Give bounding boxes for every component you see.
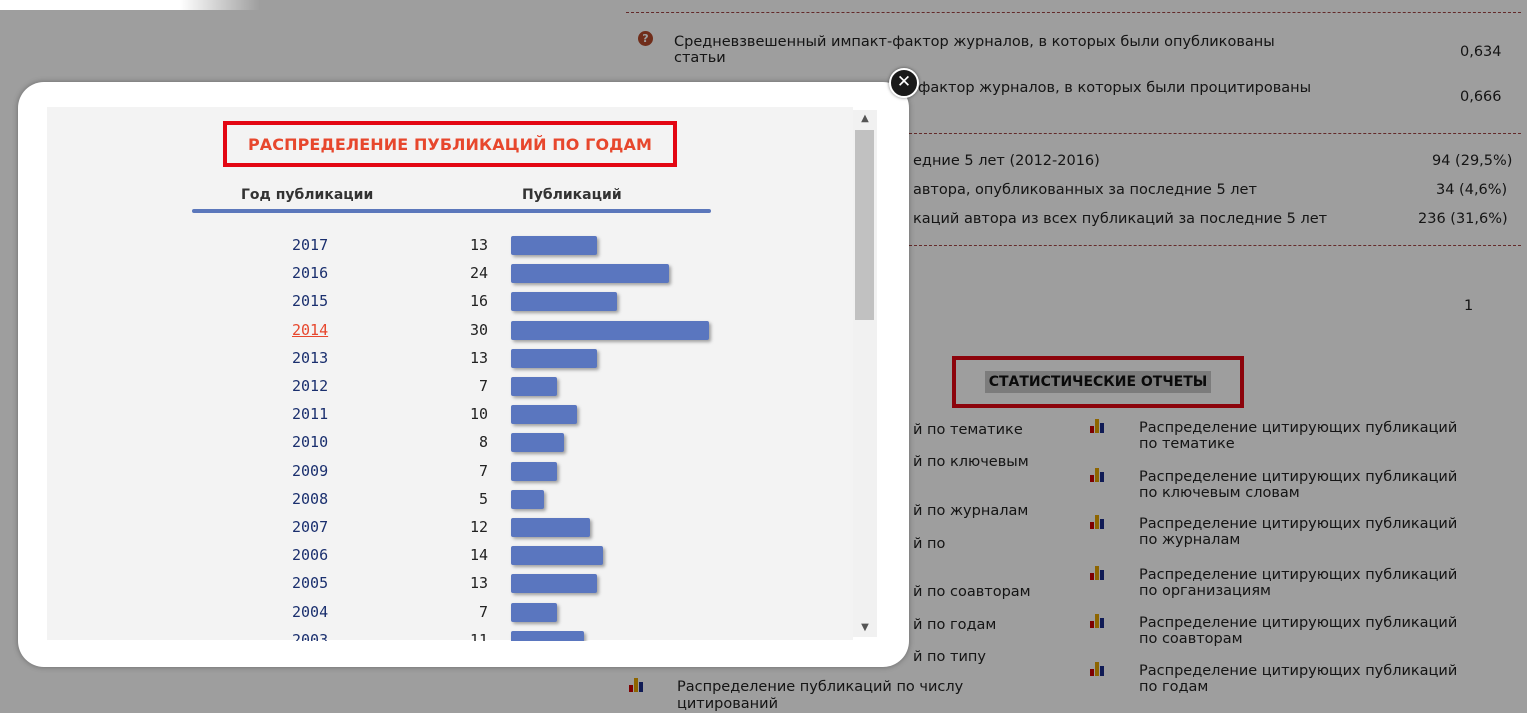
publication-count: 16 [469,292,488,310]
header-underline [192,209,711,213]
year-link[interactable]: 2010 [292,433,340,451]
year-link[interactable]: 2014 [292,321,340,339]
chart-row: 2015 16 [0,292,900,312]
bar[interactable] [511,433,564,452]
chart-title: РАСПРЕДЕЛЕНИЕ ПУБЛИКАЦИЙ ПО ГОДАМ [223,121,677,167]
close-modal-button[interactable]: ✕ [889,68,919,98]
publication-count: 14 [469,546,488,564]
chart-row: 2013 13 [0,349,900,369]
page-header-strip [0,0,260,10]
chart-row: 2007 12 [0,518,900,538]
year-link[interactable]: 2017 [292,236,340,254]
year-link[interactable]: 2008 [292,490,340,508]
year-link[interactable]: 2007 [292,518,340,536]
chart-row: 2006 14 [0,546,900,566]
year-link[interactable]: 2006 [292,546,340,564]
chart-row: 2008 5 [0,490,900,510]
chart-row: 2005 13 [0,574,900,594]
scroll-down-arrow[interactable]: ▼ [853,619,877,637]
publication-count: 8 [478,433,488,451]
bar[interactable] [511,405,577,424]
bar[interactable] [511,292,617,311]
publication-count: 10 [469,405,488,423]
bar[interactable] [511,518,590,537]
year-link[interactable]: 2016 [292,264,340,282]
bar[interactable] [511,546,603,565]
year-link[interactable]: 2015 [292,292,340,310]
bar[interactable] [511,462,557,481]
year-link[interactable]: 2009 [292,462,340,480]
year-link[interactable]: 2013 [292,349,340,367]
chart-row: 2016 24 [0,264,900,284]
bar[interactable] [511,377,557,396]
year-link[interactable]: 2011 [292,405,340,423]
publication-count: 7 [478,603,488,621]
bar[interactable] [511,631,584,641]
chart-row: 2010 8 [0,433,900,453]
chart-row: 2014 30 [0,321,900,341]
chart-row: 2011 10 [0,405,900,425]
year-link[interactable]: 2003 [292,631,340,641]
chart-row: 2012 7 [0,377,900,397]
scroll-up-arrow[interactable]: ▲ [853,110,877,128]
year-link[interactable]: 2012 [292,377,340,395]
scroll-thumb[interactable] [855,130,874,320]
publication-count: 7 [478,462,488,480]
bar[interactable] [511,236,597,255]
bar[interactable] [511,490,544,509]
publication-count: 24 [469,264,488,282]
bar[interactable] [511,264,669,283]
publication-count: 5 [478,490,488,508]
publication-count: 13 [469,574,488,592]
publication-count: 30 [469,321,488,339]
bar[interactable] [511,349,597,368]
chart-row: 2004 7 [0,603,900,623]
year-link[interactable]: 2005 [292,574,340,592]
publication-count: 13 [469,236,488,254]
chart-row: 2003 11 [0,631,900,641]
publication-count: 11 [469,631,488,641]
chart-row: 2017 13 [0,236,900,256]
bar[interactable] [511,603,557,622]
publication-count: 13 [469,349,488,367]
column-header-year: Год публикации [241,187,374,203]
chart-row: 2009 7 [0,462,900,482]
publication-count: 12 [469,518,488,536]
column-header-count: Публикаций [522,187,622,203]
publication-count: 7 [478,377,488,395]
bar[interactable] [511,321,709,340]
bar[interactable] [511,574,597,593]
year-link[interactable]: 2004 [292,603,340,621]
